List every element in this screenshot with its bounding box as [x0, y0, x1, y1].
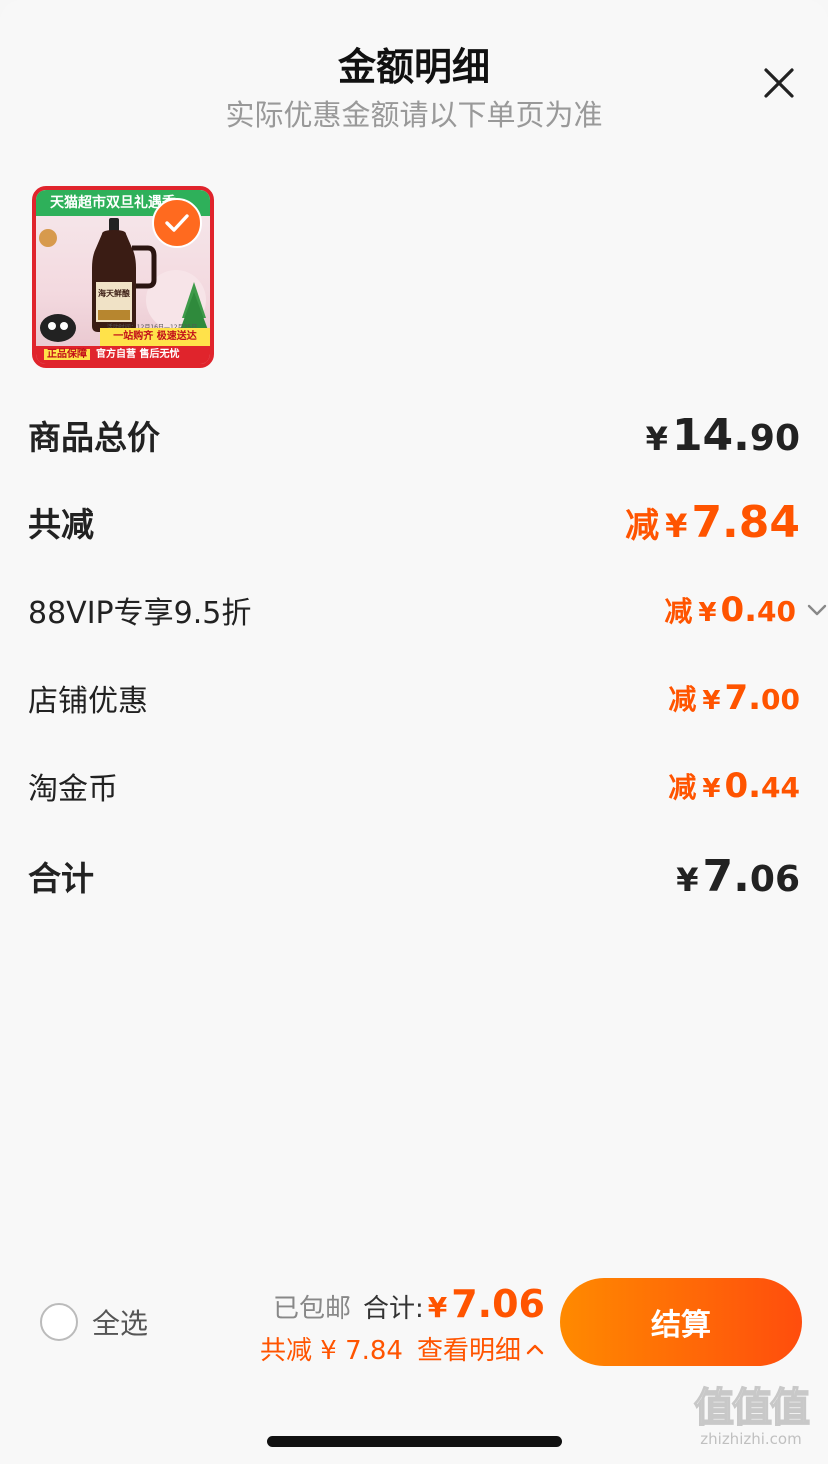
- sum-value: ¥7. 06: [676, 851, 800, 902]
- total-price-value: ¥14. 90: [646, 410, 800, 461]
- thumb-guarantee-bar: 正品保障 官方自营 售后无忧: [36, 346, 210, 364]
- thumb-brand-label: 海天鲜酿: [98, 289, 130, 298]
- amount-int: 7.: [724, 678, 762, 718]
- watermark-url: zhizhizhi.com: [700, 1430, 802, 1448]
- amount-detail-sheet: 金额明细 实际优惠金额请以下单页为准 天猫超市双旦礼遇季 海天鲜酿 一站购齐 极…: [0, 0, 828, 1464]
- currency-symbol: ¥: [702, 774, 721, 804]
- amount-dec: 40: [757, 595, 796, 628]
- amount-int: 14.: [671, 409, 750, 461]
- footer-summary: 已包邮 合计: ¥7.06 共减 ¥ 7.84 查看明细: [245, 1282, 545, 1367]
- amount-int: 7.: [702, 850, 750, 902]
- select-all-radio[interactable]: [40, 1303, 78, 1341]
- chevron-up-icon: [526, 1344, 544, 1354]
- footer-sum-amount: 7.06: [451, 1282, 545, 1326]
- vip-discount-value: 减 ¥0. 40: [664, 590, 828, 630]
- discount-prefix: 减: [668, 771, 697, 804]
- coin-discount-value: 减 ¥0. 44: [668, 766, 800, 806]
- sum-label: 合计: [28, 859, 94, 898]
- watermark: 值值值 zhizhizhi.com: [678, 1385, 824, 1456]
- row-shop-discount: 店铺优惠 减 ¥7. 00: [28, 668, 800, 728]
- currency-symbol: ¥: [698, 598, 717, 628]
- amount-int: 0.: [724, 766, 762, 806]
- shop-discount-label: 店铺优惠: [28, 684, 148, 719]
- row-sum: 合计 ¥7. 06: [28, 846, 800, 906]
- thumb-slogan: 一站购齐 极速送达: [100, 328, 210, 346]
- total-discount-label: 共减: [28, 505, 94, 544]
- currency-symbol: ¥: [676, 860, 699, 899]
- page-title: 金额明细: [337, 45, 490, 89]
- coin-discount-label: 淘金币: [28, 772, 118, 807]
- shop-discount-value: 减 ¥7. 00: [668, 678, 800, 718]
- checkout-footer: 全选 已包邮 合计: ¥7.06 共减 ¥ 7.84 查看明细 结算: [0, 1268, 828, 1378]
- amount-dec: 44: [761, 771, 800, 804]
- discount-prefix: 减: [625, 505, 660, 546]
- footer-discount-text: 共减 ¥ 7.84: [260, 1336, 403, 1366]
- select-all-label: 全选: [92, 1307, 149, 1340]
- row-total-price: 商品总价 ¥14. 90: [28, 405, 800, 465]
- free-shipping-text: 已包邮: [272, 1294, 351, 1324]
- product-selected-checkbox[interactable]: [152, 198, 202, 248]
- row-vip-discount[interactable]: 88VIP专享9.5折 减 ¥0. 40: [28, 580, 827, 640]
- thumb-bottom: 一站购齐 极速送达 正品保障 官方自营 售后无忧: [36, 326, 210, 364]
- select-all-toggle[interactable]: 全选: [40, 1302, 148, 1342]
- checkout-button[interactable]: 结算: [560, 1278, 802, 1366]
- amount-int: 7.84: [691, 496, 800, 548]
- discount-prefix: 减: [668, 683, 697, 716]
- row-coin-discount: 淘金币 减 ¥0. 44: [28, 756, 800, 816]
- checkmark-icon: [165, 214, 189, 232]
- page-subtitle: 实际优惠金额请以下单页为准: [225, 98, 603, 132]
- currency-symbol: ¥: [427, 1291, 448, 1324]
- footer-sum-value: ¥7.06: [428, 1282, 545, 1326]
- currency-symbol: ¥: [645, 419, 668, 458]
- view-detail-label: 查看明细: [416, 1336, 521, 1366]
- total-discount-value: 减 ¥7.84: [625, 497, 800, 548]
- amount-int: 0.: [720, 590, 758, 630]
- amount-dec: 00: [761, 683, 800, 716]
- total-price-label: 商品总价: [28, 418, 160, 457]
- discount-prefix: 减: [664, 595, 693, 628]
- close-button[interactable]: [760, 64, 798, 102]
- thumb-guarantee-text: 官方自营 售后无忧: [96, 349, 180, 360]
- row-total-discount: 共减 减 ¥7.84: [28, 492, 800, 552]
- amount-dec: 90: [749, 417, 800, 459]
- currency-symbol: ¥: [665, 506, 688, 545]
- close-icon: [764, 68, 794, 98]
- chevron-down-icon[interactable]: [806, 599, 828, 621]
- watermark-logo: 值值值: [693, 1385, 811, 1431]
- footer-sum-label: 合计:: [362, 1294, 424, 1324]
- home-indicator[interactable]: [267, 1436, 562, 1447]
- currency-symbol: ¥: [702, 686, 721, 716]
- amount-dec: 06: [749, 858, 800, 900]
- vip-discount-label: 88VIP专享9.5折: [28, 596, 252, 631]
- thumb-guarantee-tag: 正品保障: [44, 349, 90, 360]
- view-detail-link[interactable]: 查看明细: [417, 1330, 545, 1367]
